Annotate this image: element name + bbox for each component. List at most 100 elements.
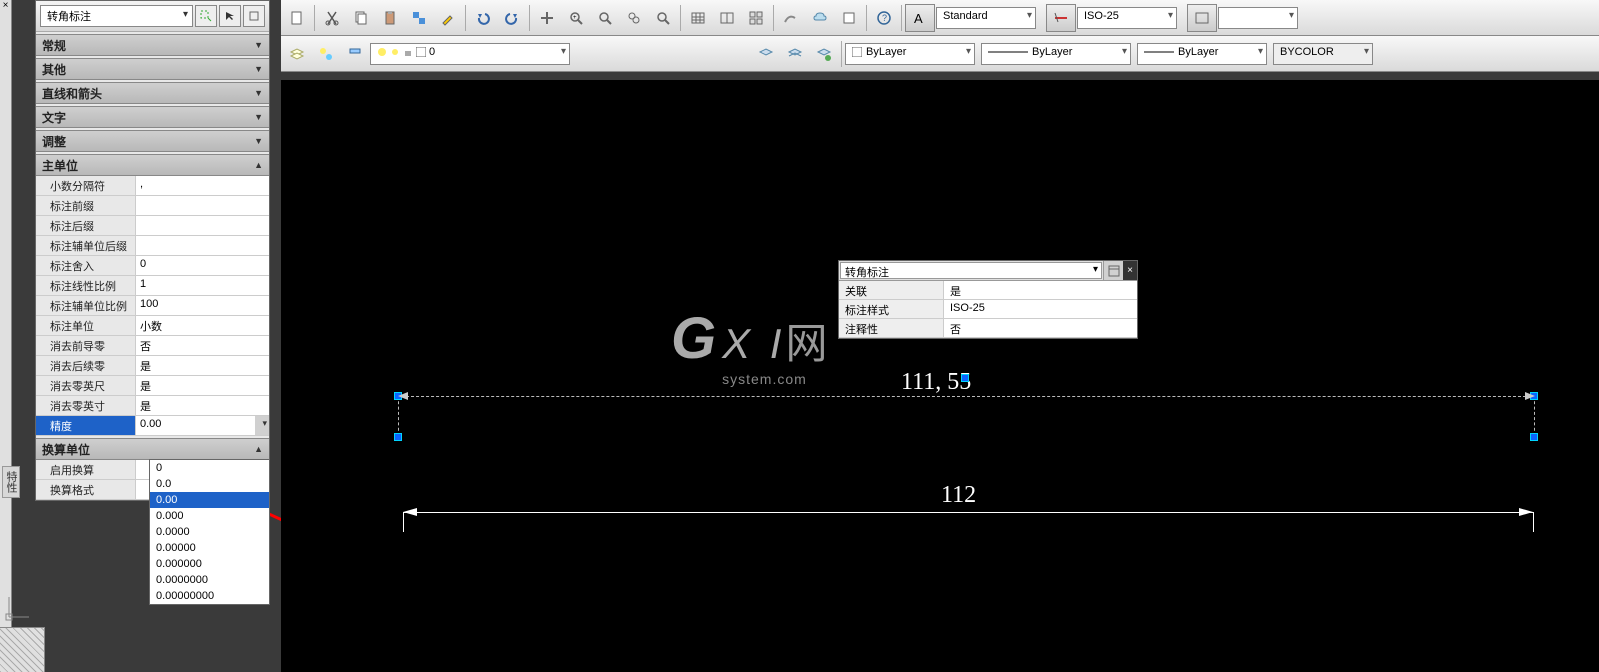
linetype-selector[interactable]: ByLayer	[981, 43, 1131, 65]
chevron-down-icon: ▼	[254, 112, 263, 122]
layer-tool3-button[interactable]	[810, 40, 838, 68]
plotstyle-selector[interactable]: BYCOLOR	[1273, 43, 1373, 65]
precision-dropdown[interactable]: 0 0.0 0.00 0.000 0.0000 0.00000 0.000000…	[149, 459, 270, 605]
prop-row-precision[interactable]: 精度0.00	[36, 416, 269, 436]
grip[interactable]	[1530, 433, 1538, 441]
xref-button[interactable]	[777, 4, 805, 32]
lineweight-icon	[1144, 49, 1174, 55]
quick-properties-popup[interactable]: 转角标注 × 关联是 标注样式ISO-25 注释性否	[838, 260, 1138, 339]
paste-button[interactable]	[376, 4, 404, 32]
prop-row[interactable]: 标注单位小数	[36, 316, 269, 336]
brush-button[interactable]	[434, 4, 462, 32]
quick-props-selector[interactable]: 转角标注	[840, 262, 1102, 279]
prop-row[interactable]: 标注辅单位后缀	[36, 236, 269, 256]
prop-row[interactable]: 标注线性比例1	[36, 276, 269, 296]
precision-option[interactable]: 0.0000000	[150, 572, 269, 588]
precision-option[interactable]: 0.00000	[150, 540, 269, 556]
quick-select-button[interactable]	[195, 5, 217, 27]
toggle-pickadd-button[interactable]	[243, 5, 265, 27]
category-general[interactable]: 常规▼	[36, 34, 269, 56]
prop-row[interactable]: 标注前缀	[36, 196, 269, 216]
layer-tool2-button[interactable]	[781, 40, 809, 68]
drawing-area[interactable]: G X I网 system.com 转角标注 × 关联是 标注样式ISO-25 …	[281, 80, 1599, 672]
properties-panel: 转角标注 常规▼ 其他▼ 直线和箭头▼ 文字▼ 调整▼ 主单位▲ 小数分隔符, …	[35, 0, 270, 501]
lightbulb-icon	[377, 47, 387, 57]
layer-state-button[interactable]	[312, 40, 340, 68]
layout-tab-corner[interactable]	[0, 627, 45, 672]
chevron-up-icon: ▲	[254, 160, 263, 170]
prop-row[interactable]: 消去零英寸是	[36, 396, 269, 416]
dimension-text[interactable]: 112	[941, 482, 976, 509]
quick-prop-row[interactable]: 标注样式ISO-25	[839, 300, 1137, 319]
precision-option[interactable]: 0.000000	[150, 556, 269, 572]
dim-style-selector[interactable]: ISO-25	[1077, 7, 1177, 29]
quick-prop-row[interactable]: 关联是	[839, 281, 1137, 300]
help-button[interactable]: ?	[870, 4, 898, 32]
properties-tab-vertical[interactable]: 特性	[2, 466, 20, 498]
dimension-line[interactable]	[396, 396, 1536, 397]
precision-option[interactable]: 0.00	[150, 492, 269, 508]
close-panel-x[interactable]: ×	[0, 0, 11, 11]
grip[interactable]	[394, 433, 402, 441]
grip[interactable]	[961, 374, 969, 382]
select-objects-button[interactable]	[219, 5, 241, 27]
layer-filter-button[interactable]	[341, 40, 369, 68]
zoom-realtime-button[interactable]: +	[562, 4, 590, 32]
layer-tool1-button[interactable]	[752, 40, 780, 68]
category-misc[interactable]: 其他▼	[36, 58, 269, 80]
prop-row[interactable]: 小数分隔符,	[36, 176, 269, 196]
prop-row[interactable]: 消去零英尺是	[36, 376, 269, 396]
prop-row[interactable]: 标注后缀	[36, 216, 269, 236]
category-fit[interactable]: 调整▼	[36, 130, 269, 152]
layer-props-button[interactable]	[283, 40, 311, 68]
table2-button[interactable]	[713, 4, 741, 32]
prop-row[interactable]: 标注辅单位比例100	[36, 296, 269, 316]
new-button[interactable]	[283, 4, 311, 32]
ucs-icon	[4, 592, 34, 622]
grid-button[interactable]	[742, 4, 770, 32]
cut-button[interactable]	[318, 4, 346, 32]
separator	[841, 41, 842, 67]
category-lines-arrows[interactable]: 直线和箭头▼	[36, 82, 269, 104]
precision-option[interactable]: 0.000	[150, 508, 269, 524]
lineweight-selector[interactable]: ByLayer	[1137, 43, 1267, 65]
table-style-selector[interactable]	[1218, 7, 1298, 29]
prop-row[interactable]: 标注舍入0	[36, 256, 269, 276]
zoom-window-button[interactable]	[591, 4, 619, 32]
match-props-button[interactable]	[405, 4, 433, 32]
text-style-selector[interactable]: Standard	[936, 7, 1036, 29]
dimension-line[interactable]	[403, 512, 1533, 513]
precision-option[interactable]: 0.00000000	[150, 588, 269, 604]
precision-option[interactable]: 0.0	[150, 476, 269, 492]
zoom-extents-button[interactable]	[649, 4, 677, 32]
precision-option[interactable]: 0	[150, 460, 269, 476]
zoom-prev-button[interactable]	[620, 4, 648, 32]
table-style-icon	[1187, 4, 1217, 32]
copy-button[interactable]	[347, 4, 375, 32]
arrowhead-icon	[1521, 391, 1535, 401]
layer-selector[interactable]: 0	[370, 43, 570, 65]
table-button[interactable]	[684, 4, 712, 32]
pan-button[interactable]	[533, 4, 561, 32]
svg-text:A: A	[914, 11, 923, 26]
color-selector[interactable]: ByLayer	[845, 43, 975, 65]
precision-option[interactable]: 0.0000	[150, 524, 269, 540]
cloud-button[interactable]	[806, 4, 834, 32]
redo-button[interactable]	[498, 4, 526, 32]
prop-row[interactable]: 消去前导零否	[36, 336, 269, 356]
quick-prop-row[interactable]: 注释性否	[839, 319, 1137, 338]
separator	[680, 5, 681, 31]
prop-row[interactable]: 消去后续零是	[36, 356, 269, 376]
category-primary-units[interactable]: 主单位▲	[36, 154, 269, 176]
selection-type-selector[interactable]: 转角标注	[40, 5, 193, 27]
quick-props-options-button[interactable]	[1103, 261, 1123, 280]
close-icon[interactable]: ×	[1123, 261, 1137, 280]
extension-line	[1533, 512, 1534, 532]
toolbar-layers: 0 ByLayer ByLayer ByLayer BYCOLOR	[281, 36, 1599, 72]
arrowhead-icon	[403, 508, 417, 516]
category-alt-units[interactable]: 换算单位▲	[36, 438, 269, 460]
blocks-button[interactable]	[835, 4, 863, 32]
undo-button[interactable]	[469, 4, 497, 32]
category-text[interactable]: 文字▼	[36, 106, 269, 128]
chevron-down-icon: ▼	[254, 64, 263, 74]
